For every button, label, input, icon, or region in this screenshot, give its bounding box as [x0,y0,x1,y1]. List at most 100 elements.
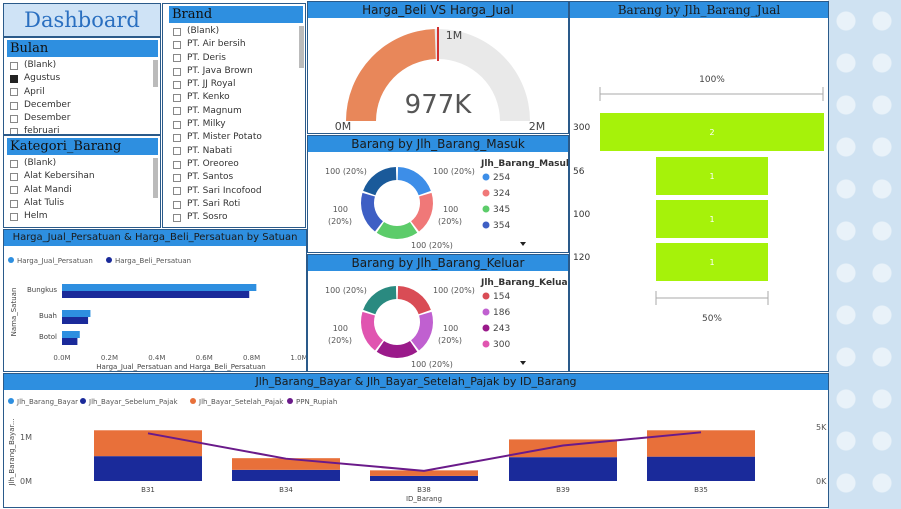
kategori-item[interactable]: Alat Kebersihan [4,170,160,183]
checkbox[interactable] [173,94,181,103]
funnel-value-label: 1 [709,258,714,267]
bulan-item[interactable]: (Blank) [4,59,160,72]
legend-marker [482,308,490,316]
donut-data-label: (20%) [328,336,352,345]
brand-slicer[interactable]: Brand (Blank) PT. Air bersih PT. Deris PT. … [162,3,306,228]
checkbox[interactable] [173,67,181,76]
bulan-list: (Blank) Agustus April December Desember febru… [4,59,160,134]
brand-item[interactable]: PT. Sari Roti [167,198,305,211]
checkbox[interactable] [173,173,181,182]
kategori-item-label: Alat Mandi [24,184,72,195]
funnel-title: Barang by Jlh_Barang_Jual [570,2,828,18]
funnel-category-label: 120 [573,253,590,263]
brand-item[interactable]: PT. Mister Potato [167,131,305,144]
checkbox[interactable] [173,160,181,169]
brand-item[interactable]: PT. Air bersih [167,38,305,51]
checkbox[interactable] [173,54,181,63]
kategori-slicer[interactable]: Kategori_Barang (Blank) Alat Kebersihan Al… [3,135,161,228]
checkbox[interactable] [173,120,181,129]
gauge-value: 977K [405,90,473,120]
legend-label: 324 [493,189,510,199]
bar [370,475,478,481]
brand-item[interactable]: PT. Oreoreo [167,158,305,171]
legend-label: Harga_Jual_Persatuan [17,257,93,265]
legend-marker [482,324,490,332]
scrollbar[interactable] [153,60,158,87]
legend-label: Jlh_Bayar_Setelah_Pajak [198,398,284,406]
checkbox[interactable] [173,40,181,49]
checkbox[interactable] [10,199,18,208]
checkbox[interactable] [10,128,18,134]
checkbox[interactable] [10,186,18,195]
brand-item[interactable]: PT. JJ Royal [167,78,305,91]
kategori-item[interactable]: (Blank) [4,157,160,170]
kategori-item[interactable]: Alat Mandi [4,184,160,197]
brand-item[interactable]: PT. Magnum [167,105,305,118]
checkbox[interactable] [10,114,18,123]
checkbox[interactable] [173,27,181,36]
checkbox[interactable] [173,147,181,156]
brand-item-label: PT. Kenko [187,92,230,103]
checkbox[interactable] [10,159,18,168]
bar [62,331,80,338]
donut-data-label: 100 (20%) [411,241,453,250]
checkbox[interactable] [173,187,181,196]
brand-item-label: PT. Oreoreo [187,158,239,169]
bulan-item[interactable]: Desember [4,112,160,125]
scrollbar[interactable] [299,26,304,68]
checkbox[interactable] [10,88,18,97]
brand-item[interactable]: PT. Deris [167,52,305,65]
page-title: Dashboard [4,4,160,36]
donut-keluar-chart: 100 (20%) 100 (20%) 100 (20%) 100 (20%) 100 (2… [325,278,568,369]
donut-masuk-title: Barang by Jlh_Barang_Masuk [308,136,568,152]
checkbox[interactable] [10,212,18,221]
legend-label: 254 [493,173,510,183]
y-tick-label: 1M [20,433,32,442]
brand-item[interactable]: PT. Kenko [167,91,305,104]
donut-data-label: 100 [443,324,458,333]
legend-label: Jlh_Bayar_Sebelum_Pajak [88,398,178,406]
brand-item[interactable]: PT. Nabati [167,145,305,158]
bar [62,284,257,291]
legend-marker [190,398,196,404]
checkbox[interactable] [173,213,181,222]
checkbox[interactable] [173,107,181,116]
brand-item-label: PT. Java Brown [187,65,253,76]
checkbox[interactable] [10,61,18,70]
x-tick-label: B39 [556,486,570,494]
funnel-bottom-bracket [655,291,769,305]
donut-slice [376,222,418,239]
bulan-slicer[interactable]: Bulan (Blank) Agustus April December Desembe… [3,37,161,135]
funnel-category-label: 100 [573,210,590,220]
scrollbar[interactable] [153,158,158,198]
bulan-item[interactable]: April [4,86,160,99]
legend-marker [8,398,14,404]
checkbox[interactable] [173,80,181,89]
bulan-item[interactable]: Agustus [4,72,160,85]
brand-item[interactable]: PT. Santos [167,171,305,184]
checkbox[interactable] [10,101,18,110]
legend-marker [482,205,490,213]
brand-item[interactable]: PT. Java Brown [167,65,305,78]
funnel-panel: Barang by Jlh_Barang_Jual 100% 2 300 1 56 1 10… [569,1,829,372]
bulan-item[interactable]: December [4,99,160,112]
checkbox[interactable] [10,74,18,83]
kategori-item[interactable]: Helm [4,210,160,223]
checkbox[interactable] [173,200,181,209]
bar-satuan-panel: Harga_Jual_Persatuan & Harga_Beli_Persat… [3,229,307,372]
brand-item[interactable]: PT. Sari Incofood [167,185,305,198]
bar [232,469,340,481]
donut-masuk-chart: 100 (20%) 100 (20%) 100 (20%) 100 (20%) 100 (2… [325,159,568,250]
bulan-item[interactable]: februari [4,125,160,134]
bar [647,430,755,457]
brand-item[interactable]: PT. Milky [167,118,305,131]
kategori-item[interactable]: Alat Tulis [4,197,160,210]
checkbox[interactable] [173,134,181,143]
brand-item[interactable]: (Blank) [167,25,305,38]
donut-data-label: (20%) [438,336,462,345]
brand-item[interactable]: PT. Sosro [167,211,305,224]
legend-more-arrow [520,242,526,246]
legend-marker [482,221,490,229]
checkbox[interactable] [10,172,18,181]
x-axis-label: Harga_Jual_Persatuan and Harga_Beli_Pers… [96,363,265,371]
